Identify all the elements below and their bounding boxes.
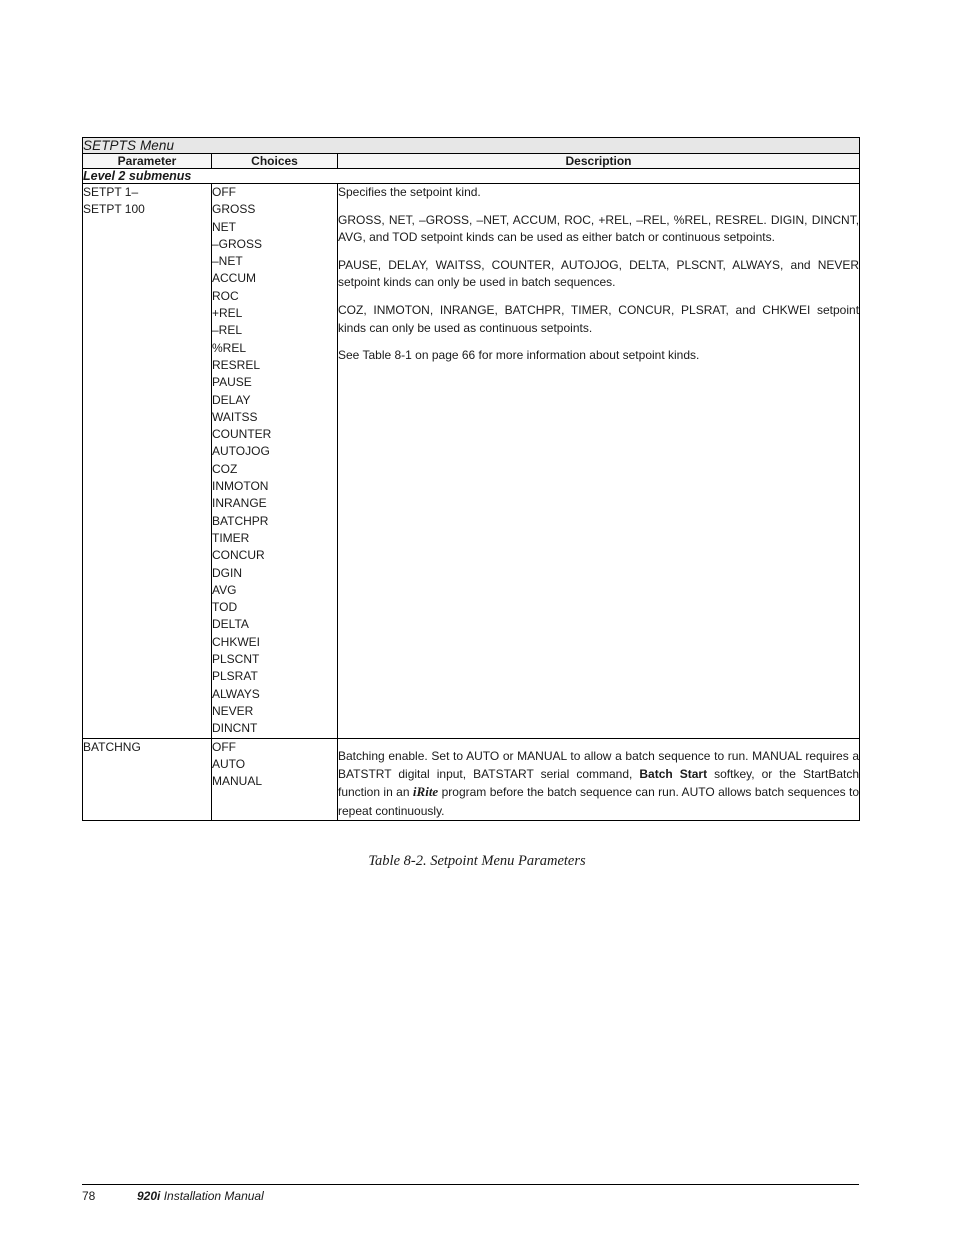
choice-item: PAUSE (212, 375, 252, 390)
choice-item: OFF (212, 185, 236, 199)
choice-item: COUNTER (212, 427, 272, 442)
choices-list-setpt: OFF GROSS NET –GROSS –NET ACCUM ROC +REL –REL %RE… (211, 183, 338, 739)
choice-item: WAITSS (212, 409, 258, 424)
table-section-row: Level 2 submenus (81, 168, 861, 184)
footer-page-number: 78 (82, 1189, 96, 1203)
choice-item: COZ (212, 461, 238, 476)
table-row: SETPT 1– SETPT 100 OFF GROSS NET –GROSS –NET… (82, 183, 861, 739)
choice-item: INRANGE (212, 496, 267, 511)
footer-manual-title: Installation Manual (163, 1189, 264, 1203)
choice-item: CHKWEI (212, 634, 260, 649)
choices-list-batchng: OFF AUTO MANUAL (211, 737, 338, 822)
choice-item: OFF (212, 739, 236, 754)
choice-item: ALWAYS (212, 686, 260, 701)
column-header-parameter: Parameter (82, 153, 212, 169)
choice-item: INMOTON (212, 479, 269, 494)
choice-item: CONCUR (212, 548, 265, 563)
choice-item: TIMER (212, 530, 250, 545)
desc-italic-irite: iRite (412, 784, 439, 800)
choice-item: DGIN (212, 565, 242, 580)
choice-item: ROC (212, 288, 239, 303)
description-batchng-paragraph: Batching enable. Set to AUTO or MANUAL t… (338, 747, 859, 821)
table-caption: Table 8-2. Setpoint Menu Parameters (368, 853, 586, 869)
footer-divider (82, 1184, 859, 1185)
choice-item: BATCHPR (212, 513, 269, 528)
choice-item: NET (212, 219, 236, 234)
choice-item: PLSRAT (212, 669, 258, 684)
column-header-choices: Choices (211, 153, 338, 169)
parameter-name-setpt: SETPT 1– SETPT 100 (82, 183, 212, 739)
choice-item: PLSCNT (212, 652, 260, 667)
table-header-row: Parameter Choices Description (82, 153, 861, 169)
parameter-name-batchng: BATCHNG (82, 737, 212, 822)
choice-item: %REL (212, 340, 247, 355)
choice-item: ACCUM (212, 271, 256, 286)
desc-bold-batch-start: Batch Start (639, 766, 708, 781)
description-batchng: Batching enable. Set to AUTO or MANUAL t… (336, 737, 861, 822)
choice-item: –GROSS (212, 236, 263, 251)
choice-item: +REL (212, 306, 243, 321)
section-label-level-2-submenus: Level 2 submenus (81, 168, 861, 184)
page-footer: 78 920i Installation Manual (82, 1189, 859, 1203)
choice-item: –REL (212, 323, 243, 338)
table-row: BATCHNG OFF AUTO MANUAL Batching enable. S… (82, 737, 861, 822)
choice-item: NEVER (212, 703, 254, 718)
choice-item: TOD (212, 600, 238, 615)
choice-item: AUTO (212, 756, 246, 771)
footer-manual-model: 920i (137, 1189, 161, 1203)
document-page: SETPTS Menu Parameter Choices Descriptio… (0, 0, 954, 1235)
setpoint-menu-parameters-table: SETPTS Menu Parameter Choices Descriptio… (81, 137, 861, 822)
table-title: SETPTS Menu (81, 137, 861, 154)
column-header-description: Description (336, 153, 861, 169)
choice-item: DINCNT (212, 721, 258, 736)
description-paragraph: GROSS, NET, –GROSS, –NET, ACCUM, ROC, +R… (338, 212, 860, 245)
choice-item: MANUAL (212, 774, 263, 789)
description-paragraph: Specifies the setpoint kind. (338, 185, 481, 199)
choice-item: AUTOJOG (212, 444, 270, 459)
choice-item: DELTA (212, 617, 249, 632)
choice-item: GROSS (212, 202, 256, 217)
description-paragraph: See Table 8-1 on page 66 for more inform… (338, 348, 700, 363)
choice-item: –NET (212, 254, 243, 269)
description-setpt: Specifies the setpoint kind. GROSS, NET, … (336, 183, 861, 739)
table-title-row: SETPTS Menu (81, 137, 861, 154)
choice-item: DELAY (212, 392, 251, 407)
description-paragraph: COZ, INMOTON, INRANGE, BATCHPR, TIMER, C… (338, 302, 860, 335)
choice-item: RESREL (212, 357, 261, 372)
description-paragraph: PAUSE, DELAY, WAITSS, COUNTER, AUTOJOG, … (338, 257, 860, 290)
choice-item: AVG (212, 582, 237, 597)
